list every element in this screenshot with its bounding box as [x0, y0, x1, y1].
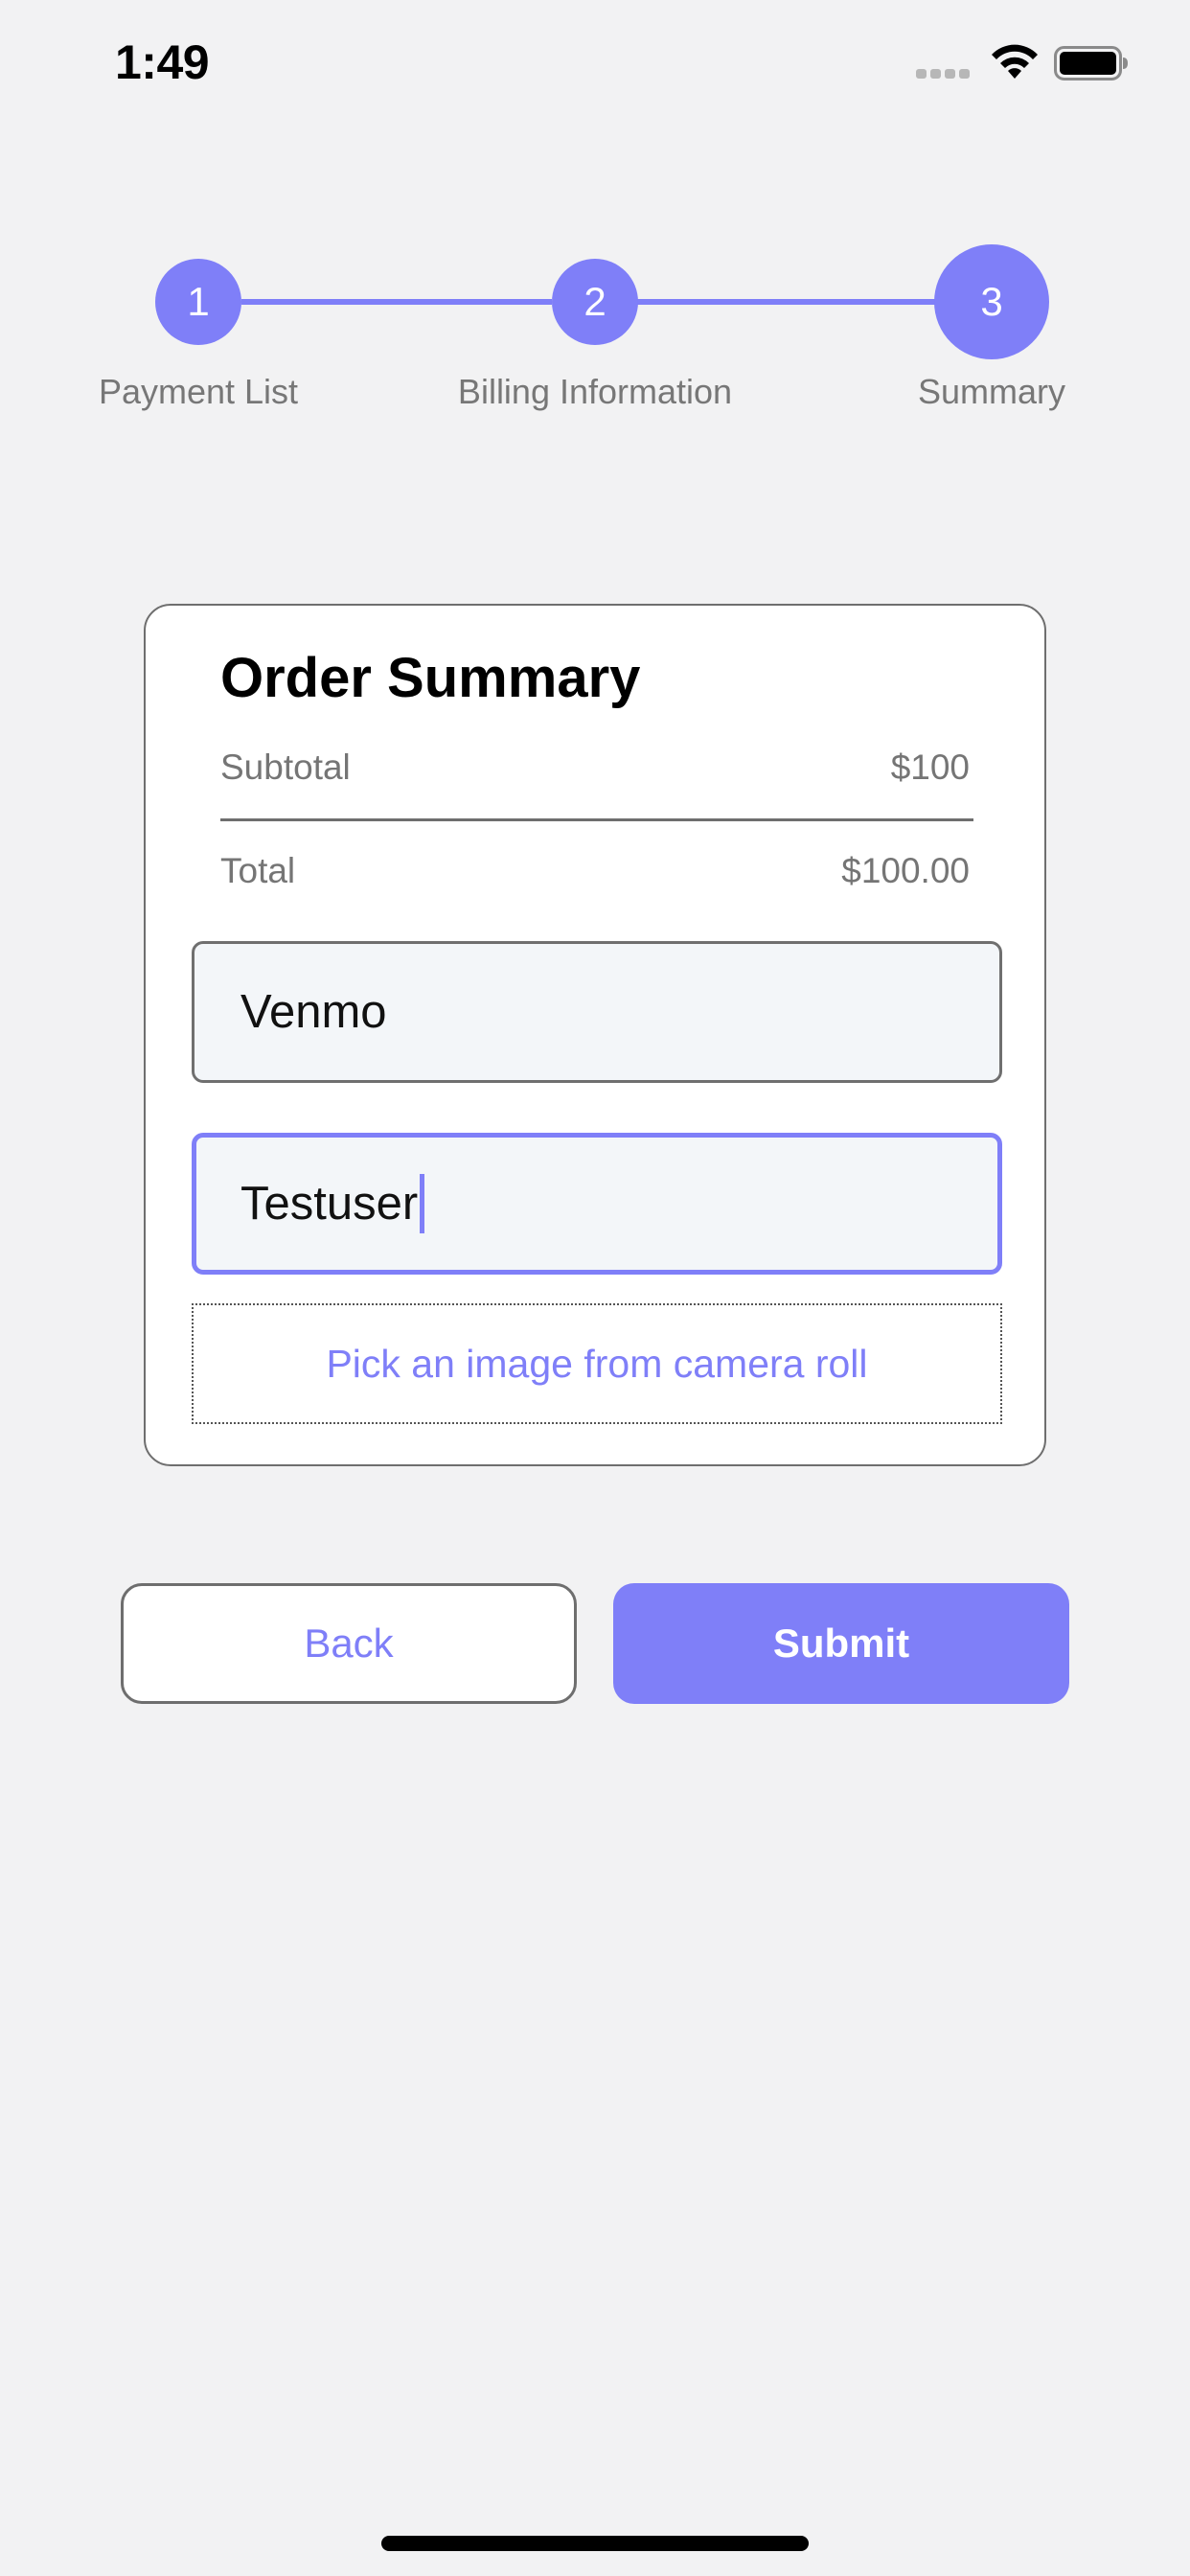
total-value: $100.00: [841, 851, 970, 890]
pick-image-label: Pick an image from camera roll: [326, 1341, 868, 1386]
order-summary-title: Order Summary: [220, 647, 641, 709]
home-indicator[interactable]: [381, 2536, 809, 2551]
step-1-circle: 1: [155, 259, 241, 345]
step-2-circle: 2: [552, 259, 638, 345]
step-connector-2-3: [636, 299, 937, 305]
submit-button[interactable]: Submit: [613, 1583, 1069, 1704]
progress-stepper: 1 2 3 Payment List Billing Information S…: [0, 0, 1190, 441]
subtotal-label: Subtotal: [220, 748, 351, 787]
order-summary-card: Order Summary Subtotal $100 Total $100.0…: [144, 604, 1046, 1466]
payment-method-value: Venmo: [240, 986, 387, 1038]
username-value: Testuser: [240, 1178, 419, 1230]
pick-image-button[interactable]: Pick an image from camera roll: [192, 1303, 1002, 1424]
submit-button-label: Submit: [772, 1621, 910, 1666]
step-2-label: Billing Information: [457, 372, 733, 411]
text-cursor: [420, 1174, 425, 1233]
payment-method-field[interactable]: Venmo: [192, 941, 1002, 1083]
back-button-label: Back: [304, 1621, 394, 1666]
step-3-label: Summary: [917, 372, 1066, 411]
subtotal-value: $100: [890, 748, 970, 787]
step-3-circle-active: 3: [934, 244, 1049, 359]
total-label: Total: [220, 851, 296, 890]
step-connector-1-2: [241, 299, 552, 305]
username-input[interactable]: Testuser: [192, 1133, 1002, 1275]
summary-divider: [220, 818, 973, 821]
step-1-label: Payment List: [98, 372, 299, 411]
back-button[interactable]: Back: [121, 1583, 577, 1704]
